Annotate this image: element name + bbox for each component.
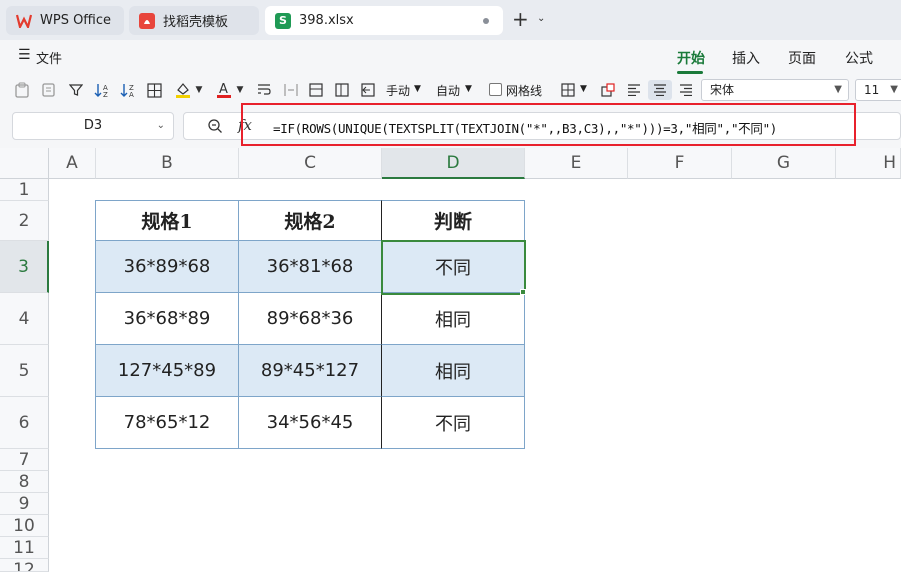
ribbon-tab-insert[interactable]: 插入 xyxy=(732,48,760,68)
gridlines-label[interactable]: 网格线 xyxy=(506,82,542,99)
table-cell[interactable]: 相同 xyxy=(381,293,525,345)
tab-docer-templates[interactable]: 找稻壳模板 xyxy=(129,6,259,35)
chevron-down-icon[interactable]: ▼ xyxy=(465,84,472,94)
column-width-icon[interactable] xyxy=(332,80,352,100)
tab-label: 398.xlsx xyxy=(299,13,354,28)
font-color-icon[interactable]: A xyxy=(213,80,235,100)
font-name-value: 宋体 xyxy=(710,83,735,97)
row-height-mode-dropdown[interactable]: 手动 xyxy=(386,82,410,99)
table-cell[interactable]: 36*68*89 xyxy=(95,293,239,345)
new-tab-button[interactable]: + xyxy=(512,9,529,29)
table-cell[interactable]: 不同 xyxy=(381,241,525,293)
tab-wps-office[interactable]: WPS Office xyxy=(6,6,124,35)
fill-handle[interactable] xyxy=(520,289,526,295)
cell-style-icon[interactable] xyxy=(558,80,578,100)
table-header-cell[interactable]: 规格1 xyxy=(95,200,239,241)
row-header-12[interactable]: 12 xyxy=(0,559,49,572)
chevron-down-icon[interactable]: ▼ xyxy=(580,84,587,94)
zoom-icon[interactable] xyxy=(207,118,223,138)
table-cell[interactable]: 36*89*68 xyxy=(95,241,239,293)
table-cell[interactable]: 34*56*45 xyxy=(239,397,382,449)
column-header-d[interactable]: D xyxy=(382,148,525,179)
tab-label: WPS Office xyxy=(40,13,112,28)
menu-bar: ☰ 文件 开始 插入 页面 公式 xyxy=(0,40,901,74)
sort-descending-icon[interactable]: ZA xyxy=(118,80,140,100)
table-style-icon[interactable] xyxy=(598,80,618,100)
align-right-icon[interactable] xyxy=(676,80,696,100)
row-header-7[interactable]: 7 xyxy=(0,449,49,471)
row-header-6[interactable]: 6 xyxy=(0,397,49,449)
align-left-icon[interactable] xyxy=(624,80,644,100)
row-header-2[interactable]: 2 xyxy=(0,201,49,241)
file-menu[interactable]: 文件 xyxy=(36,48,62,67)
column-header-a[interactable]: A xyxy=(49,148,96,179)
table-cell[interactable]: 127*45*89 xyxy=(95,345,239,397)
font-size-value: 11 xyxy=(864,83,880,97)
toolbar: AZ ZA ▼ A ▼ 手动 ▼ 自动 ▼ 网格线 ▼ 宋体 ▼ 11 ▼ xyxy=(0,74,901,106)
column-header-b[interactable]: B xyxy=(96,148,239,179)
merge-cells-icon[interactable] xyxy=(281,80,301,100)
chevron-down-icon[interactable]: ▼ xyxy=(235,80,245,100)
font-size-select[interactable]: 11 ▼ xyxy=(855,79,901,101)
paste-icon[interactable] xyxy=(12,80,32,100)
table-header-cell[interactable]: 判断 xyxy=(381,200,525,241)
wrap-text-icon[interactable] xyxy=(254,80,274,100)
table-header-cell[interactable]: 规格2 xyxy=(239,200,382,241)
svg-text:A: A xyxy=(129,91,134,98)
row-header-10[interactable]: 10 xyxy=(0,515,49,537)
fill-color-icon[interactable] xyxy=(172,80,194,100)
chevron-down-icon: ▼ xyxy=(890,84,898,95)
freeze-panes-icon[interactable] xyxy=(358,80,378,100)
ribbon-tab-home[interactable]: 开始 xyxy=(677,48,705,68)
ribbon-tab-page[interactable]: 页面 xyxy=(788,48,816,68)
row-header-11[interactable]: 11 xyxy=(0,537,49,559)
docer-logo-icon xyxy=(139,12,155,29)
table-cell[interactable]: 相同 xyxy=(381,345,525,397)
spreadsheet-file-icon: S xyxy=(275,12,291,29)
ribbon-tab-formula[interactable]: 公式 xyxy=(845,48,873,68)
unsaved-dot-icon[interactable] xyxy=(483,18,489,24)
column-header-g[interactable]: G xyxy=(732,148,836,179)
tab-label: 找稻壳模板 xyxy=(163,15,229,30)
table-cell[interactable]: 36*81*68 xyxy=(239,241,382,293)
borders-icon[interactable] xyxy=(144,80,164,100)
chevron-down-icon[interactable]: ⌄ xyxy=(537,13,545,24)
column-header-f[interactable]: F xyxy=(628,148,732,179)
table-cell[interactable]: 78*65*12 xyxy=(95,397,239,449)
table-cell[interactable]: 89*68*36 xyxy=(239,293,382,345)
wps-logo-icon xyxy=(16,13,32,29)
row-header-1[interactable]: 1 xyxy=(0,179,49,201)
format-painter-icon[interactable] xyxy=(39,80,59,100)
title-tab-bar: WPS Office 找稻壳模板 S 398.xlsx + ⌄ xyxy=(0,0,901,40)
row-header-9[interactable]: 9 xyxy=(0,493,49,515)
row-height-icon[interactable] xyxy=(306,80,326,100)
row-header-5[interactable]: 5 xyxy=(0,345,49,397)
cell-reference: D3 xyxy=(83,118,103,133)
name-box[interactable]: D3 ⌄ xyxy=(12,112,174,140)
hamburger-menu-icon[interactable]: ☰ xyxy=(18,47,31,63)
row-header-4[interactable]: 4 xyxy=(0,293,49,345)
gridlines-checkbox[interactable] xyxy=(489,83,502,96)
svg-text:A: A xyxy=(219,82,228,97)
sort-ascending-icon[interactable]: AZ xyxy=(92,80,114,100)
column-width-mode-dropdown[interactable]: 自动 xyxy=(436,82,460,99)
formula-highlight-box xyxy=(241,103,856,146)
align-center-icon[interactable] xyxy=(648,80,672,100)
table-cell[interactable]: 89*45*127 xyxy=(239,345,382,397)
chevron-down-icon[interactable]: ▼ xyxy=(414,84,421,94)
column-header-h[interactable]: H xyxy=(836,148,901,179)
svg-text:Z: Z xyxy=(103,91,108,98)
tab-398-xlsx[interactable]: S 398.xlsx xyxy=(265,6,503,35)
chevron-down-icon[interactable]: ▼ xyxy=(194,80,204,100)
chevron-down-icon: ⌄ xyxy=(156,120,165,131)
filter-icon[interactable] xyxy=(66,80,86,100)
row-header-8[interactable]: 8 xyxy=(0,471,49,493)
select-all-corner[interactable] xyxy=(0,148,49,179)
column-header-c[interactable]: C xyxy=(239,148,382,179)
font-name-select[interactable]: 宋体 ▼ xyxy=(701,79,849,101)
chevron-down-icon: ▼ xyxy=(834,84,842,95)
row-header-3[interactable]: 3 xyxy=(0,241,49,293)
table-cell[interactable]: 不同 xyxy=(381,397,525,449)
column-header-e[interactable]: E xyxy=(525,148,628,179)
